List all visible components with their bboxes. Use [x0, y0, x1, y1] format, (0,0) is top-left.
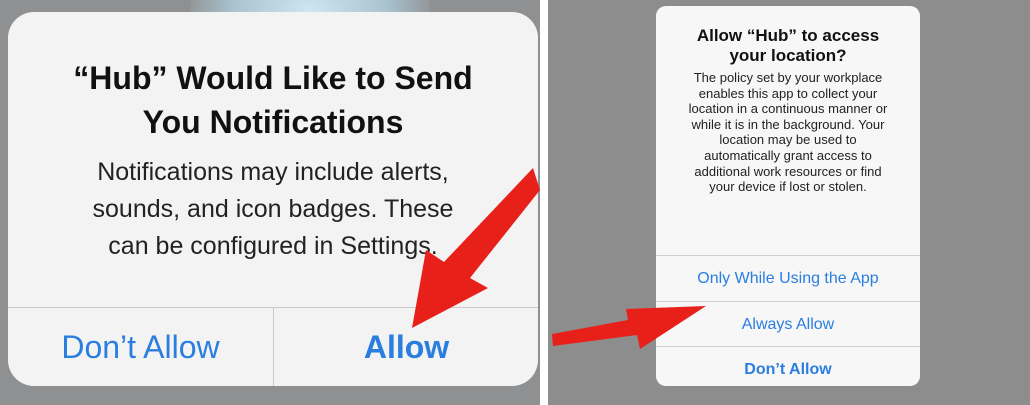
alert-title: Allow “Hub” to access your location? — [656, 26, 920, 66]
only-while-using-button[interactable]: Only While Using the App — [656, 255, 920, 301]
dont-allow-button[interactable]: Don’t Allow — [656, 346, 920, 386]
alert-message-line: your device if lost or stolen. — [709, 179, 867, 195]
alert-message-line: location may be used to — [719, 132, 857, 148]
alert-message-line: enables this app to collect your — [698, 85, 878, 101]
alert-message-line: while it is in the background. Your — [691, 116, 885, 132]
alert-message: Notifications may include alerts, sounds… — [28, 154, 518, 265]
alert-message-line: additional work resources or find — [694, 163, 882, 179]
location-permission-screenshot: Allow “Hub” to access your location? The… — [548, 0, 1030, 405]
alert-title-line: “Hub” Would Like to Send — [73, 60, 473, 96]
alert-message-line: can be configured in Settings. — [108, 232, 438, 260]
backdrop-strip — [0, 386, 540, 405]
alert-message-line: location in a continuous manner or — [688, 101, 888, 117]
alert-message-line: sounds, and icon badges. These — [92, 195, 454, 223]
notification-permission-screenshot: “Hub” Would Like to Send You Notificatio… — [0, 0, 540, 405]
notification-permission-alert: “Hub” Would Like to Send You Notificatio… — [8, 12, 538, 386]
always-allow-button[interactable]: Always Allow — [656, 301, 920, 347]
alert-message-line: The policy set by your workplace — [693, 70, 883, 85]
location-permission-alert: Allow “Hub” to access your location? The… — [656, 6, 920, 386]
dont-allow-button[interactable]: Don’t Allow — [8, 308, 273, 386]
alert-title-line: Allow “Hub” to access — [696, 26, 880, 45]
alert-message-line: Notifications may include alerts, — [97, 158, 449, 186]
alert-message: The policy set by your workplace enables… — [670, 70, 906, 195]
alert-button-row: Don’t Allow Allow — [8, 307, 538, 386]
alert-title: “Hub” Would Like to Send You Notificatio… — [8, 56, 538, 144]
alert-title-line: You Notifications — [142, 104, 404, 140]
alert-title-line: your location? — [729, 46, 847, 65]
allow-button[interactable]: Allow — [273, 308, 538, 386]
panel-divider — [540, 0, 548, 405]
alert-message-line: automatically grant access to — [704, 147, 872, 163]
